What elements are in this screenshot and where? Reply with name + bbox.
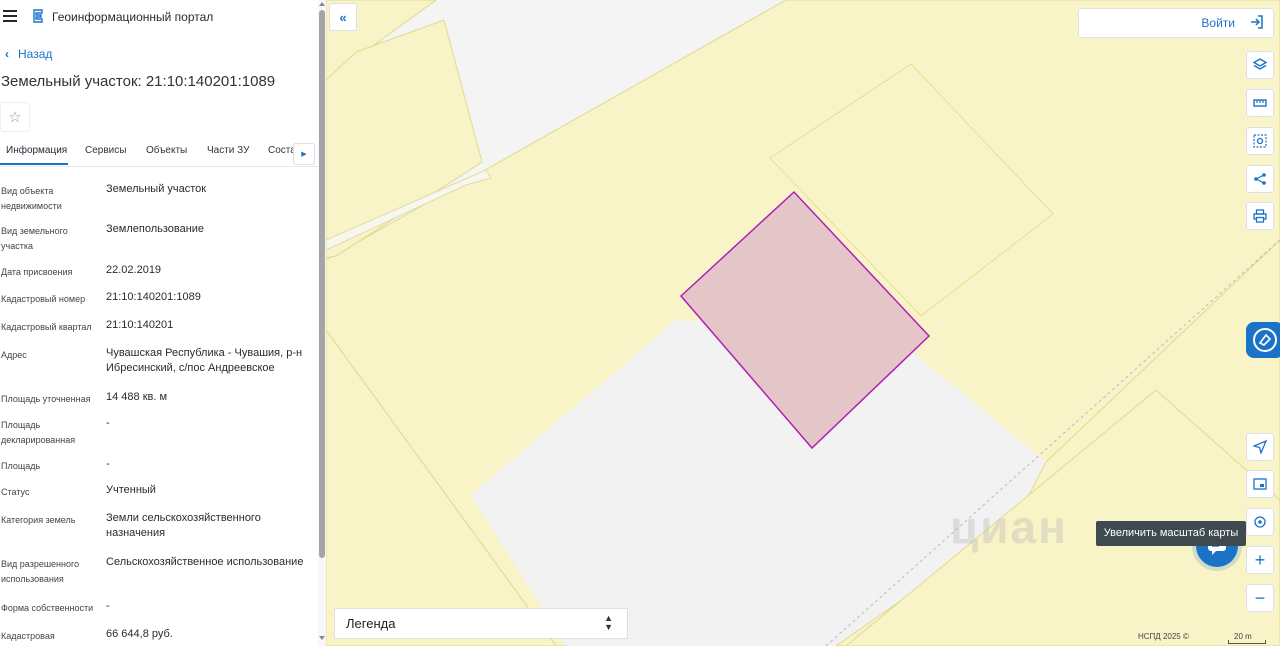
top-bar: Геоинформационный портал: [0, 0, 326, 34]
minus-icon: −: [1254, 587, 1266, 608]
login-icon: [1251, 15, 1263, 29]
info-value: Учтенный: [106, 484, 156, 496]
info-value: Чувашская Республика - Чувашия, р-н Ибре…: [106, 347, 303, 374]
share-button[interactable]: [1246, 165, 1274, 193]
info-label: Вид объекта недвижимости: [1, 186, 62, 211]
info-value: 22.02.2019: [106, 264, 162, 276]
info-label: Кадастровая: [1, 631, 55, 641]
copyright: НСПД 2025 ©: [1138, 632, 1189, 641]
map-canvas[interactable]: [326, 0, 1280, 646]
info-value: Сельскохозяйственное использование: [106, 556, 304, 568]
tab-services[interactable]: Сервисы: [85, 145, 126, 156]
object-title: Земельный участок: 21:10:140201:1089: [1, 73, 276, 90]
info-value: 14 488 кв. м: [106, 391, 168, 403]
scroll-thumb[interactable]: [319, 10, 325, 558]
login-label: Войти: [1201, 16, 1235, 30]
info-value: -: [106, 458, 110, 470]
map-layer: [326, 0, 1280, 646]
layers-icon: [1253, 58, 1267, 70]
tab-parts[interactable]: Части ЗУ: [207, 145, 249, 156]
info-value: Землепользование: [106, 223, 205, 235]
menu-icon[interactable]: [3, 10, 17, 22]
share-icon: [1254, 173, 1266, 185]
info-value[interactable]: 21:10:140201: [106, 318, 311, 333]
info-value[interactable]: 21:10:140201:1089: [106, 290, 311, 305]
scale-bar: [1228, 640, 1266, 644]
back-label: Назад: [18, 47, 53, 61]
info-label: Площадь уточненная: [1, 394, 91, 404]
minimap-button[interactable]: [1246, 470, 1274, 498]
geolocation-icon: [1254, 516, 1266, 528]
select-area-icon: [1253, 134, 1267, 148]
info-label: Вид разрешенного использования: [1, 559, 80, 584]
scroll-up-arrow[interactable]: [319, 2, 325, 6]
info-label: Площадь: [1, 461, 41, 471]
print-button[interactable]: [1246, 202, 1274, 230]
star-icon: ☆: [8, 109, 22, 126]
tab-bar: Информация Сервисы Объекты Части ЗУ Сост…: [0, 140, 318, 167]
info-value: 66 644,8 руб.: [106, 628, 173, 640]
tab-composition[interactable]: Соста: [268, 145, 296, 156]
info-panel: Геоинформационный портал ‹ Назад Земельны…: [0, 0, 326, 646]
select-area-button[interactable]: [1246, 127, 1274, 155]
info-label: Вид земельного участка: [1, 226, 68, 251]
legend-toggle[interactable]: Легенда ▲ ▼: [334, 608, 628, 639]
ruler-icon: [1253, 99, 1267, 107]
feedback-button[interactable]: [1246, 322, 1280, 358]
info-label: Категория земель: [1, 515, 76, 525]
double-chevron-left-icon: «: [339, 9, 347, 25]
info-label: Площадь декларированная: [1, 420, 76, 445]
layers-button[interactable]: [1246, 51, 1274, 79]
tab-objects[interactable]: Объекты: [146, 145, 187, 156]
info-value: -: [106, 600, 110, 612]
zoom-in-tooltip: Увеличить масштаб карты: [1096, 521, 1246, 546]
locate-icon: [1253, 440, 1267, 454]
zoom-in-button[interactable]: +: [1246, 546, 1274, 574]
print-icon: [1253, 209, 1267, 223]
feedback-icon: [1253, 328, 1277, 352]
expand-collapse-icon: ▲ ▼: [604, 613, 613, 632]
favorite-button[interactable]: ☆: [0, 102, 30, 132]
chevron-left-icon: ‹: [5, 47, 9, 61]
info-label: Адрес: [1, 350, 27, 360]
portal-logo-icon: [33, 9, 43, 23]
tab-information[interactable]: Информация: [6, 145, 67, 156]
info-label: Статус: [1, 487, 30, 497]
ruler-button[interactable]: [1246, 89, 1274, 117]
info-value: -: [106, 417, 110, 429]
watermark: циан: [950, 501, 1068, 553]
minimap-icon: [1253, 478, 1267, 490]
active-tab-indicator: [0, 163, 68, 165]
info-value: Земельный участок: [106, 183, 207, 195]
zoom-out-button[interactable]: −: [1246, 584, 1274, 612]
info-label: Кадастровый квартал: [1, 322, 92, 332]
tabs-scroll-right-button[interactable]: ▶: [293, 143, 315, 165]
panel-scrollbar[interactable]: [318, 0, 326, 646]
info-value: Земли сельскохозяйственного назначения: [106, 512, 261, 539]
scroll-down-arrow[interactable]: [319, 636, 325, 640]
geolocation-button[interactable]: [1246, 508, 1274, 536]
back-link[interactable]: ‹ Назад: [5, 47, 52, 61]
info-label: Форма собственности: [1, 603, 94, 613]
info-label: Дата присвоения: [1, 267, 73, 277]
info-label: Кадастровый номер: [1, 294, 86, 304]
chevron-right-icon: ▶: [301, 151, 307, 158]
login-button[interactable]: Войти: [1078, 8, 1274, 38]
collapse-panel-button[interactable]: «: [329, 3, 357, 31]
plus-icon: +: [1254, 549, 1266, 570]
legend-label: Легенда: [346, 616, 396, 631]
portal-title: Геоинформационный портал: [52, 10, 214, 24]
locate-button[interactable]: [1246, 433, 1274, 461]
